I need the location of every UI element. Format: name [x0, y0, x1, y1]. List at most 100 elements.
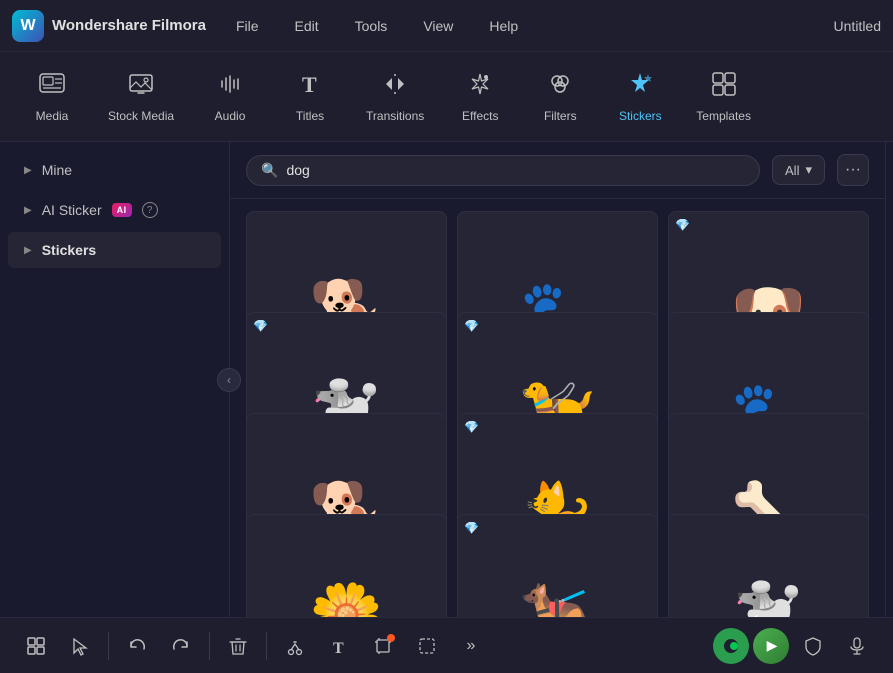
- sidebar-item-mine[interactable]: ▶ Mine: [8, 152, 221, 188]
- menu-items: File Edit Tools View Help: [230, 14, 834, 38]
- menu-tools[interactable]: Tools: [349, 14, 394, 38]
- tool-templates-label: Templates: [696, 109, 751, 123]
- redo-button[interactable]: [161, 626, 201, 666]
- tool-templates[interactable]: Templates: [684, 62, 763, 131]
- toolbar-divider-2: [209, 632, 210, 660]
- play-button[interactable]: ▶: [753, 628, 789, 664]
- mask-button[interactable]: [407, 626, 447, 666]
- menubar: W Wondershare Filmora File Edit Tools Vi…: [0, 0, 893, 52]
- tool-filters[interactable]: Filters: [524, 62, 596, 131]
- info-icon[interactable]: ?: [142, 202, 158, 218]
- window-title: Untitled: [834, 18, 881, 34]
- templates-icon: [710, 70, 738, 103]
- toolbar-divider-3: [266, 632, 267, 660]
- audio-icon: [216, 70, 244, 103]
- tool-effects-label: Effects: [462, 109, 498, 123]
- filters-icon: [546, 70, 574, 103]
- filter-button[interactable]: All ▾: [772, 155, 825, 185]
- premium-badge-4: 💎: [253, 319, 268, 333]
- sidebar-item-stickers-label: Stickers: [42, 242, 96, 258]
- tool-stock-media[interactable]: Stock Media: [96, 62, 186, 131]
- grid-view-button[interactable]: [16, 626, 56, 666]
- ai-sticker-arrow: ▶: [24, 205, 32, 216]
- more-options-button[interactable]: ···: [837, 154, 869, 186]
- crop-button-wrap: [363, 626, 403, 666]
- tool-effects[interactable]: Effects: [444, 62, 516, 131]
- tool-media[interactable]: Media: [16, 62, 88, 131]
- filter-label: All: [785, 163, 799, 178]
- shield-button[interactable]: [793, 626, 833, 666]
- sticker-image-12: 🐩: [731, 579, 806, 617]
- search-icon: 🔍: [261, 162, 278, 179]
- menu-view[interactable]: View: [417, 14, 459, 38]
- tool-titles[interactable]: T Titles: [274, 62, 346, 131]
- sticker-card-12[interactable]: 🐩 ⬇: [668, 514, 869, 617]
- app-logo: W: [12, 10, 44, 42]
- mic-button[interactable]: [837, 626, 877, 666]
- ai-badge: AI: [112, 203, 132, 217]
- premium-badge-5: 💎: [464, 319, 479, 333]
- mine-arrow: ▶: [24, 165, 32, 176]
- more-icon: ···: [845, 161, 861, 179]
- sidebar-item-ai-label: AI Sticker: [42, 202, 102, 218]
- sticker-grid: 🐕 ⬇ 🐾 ⬇ 💎 🐶 ⬇ 💎 🐩 ⬇ 💎 🦮 ⬇: [230, 199, 885, 617]
- collapse-icon: ‹: [227, 373, 231, 387]
- tool-stock-label: Stock Media: [108, 109, 174, 123]
- sticker-card-11[interactable]: 💎 🐕‍🦺 ⬇: [457, 514, 658, 617]
- tool-transitions-label: Transitions: [366, 109, 424, 123]
- premium-badge-11: 💎: [464, 521, 479, 535]
- notification-dot: [387, 634, 395, 642]
- scrollbar[interactable]: [885, 142, 893, 617]
- tool-transitions[interactable]: Transitions: [354, 62, 436, 131]
- premium-badge-3: 💎: [675, 218, 690, 232]
- tool-media-label: Media: [36, 109, 69, 123]
- bottom-toolbar: T » ▶: [0, 617, 893, 673]
- svg-text:T: T: [333, 640, 344, 656]
- cursor-button[interactable]: [60, 626, 100, 666]
- menu-file[interactable]: File: [230, 14, 265, 38]
- app-name: Wondershare Filmora: [52, 17, 206, 34]
- transitions-icon: [381, 70, 409, 103]
- sidebar: ▶ Mine ▶ AI Sticker AI ? ▶ Stickers ‹: [0, 142, 230, 617]
- sidebar-item-mine-label: Mine: [42, 162, 72, 178]
- tool-stickers-label: Stickers: [619, 109, 662, 123]
- stickers-icon: [626, 70, 654, 103]
- tool-filters-label: Filters: [544, 109, 577, 123]
- search-bar: 🔍 All ▾ ···: [230, 142, 885, 199]
- cut-button[interactable]: [275, 626, 315, 666]
- more-tools-button[interactable]: »: [451, 626, 491, 666]
- chevron-right-icon: »: [467, 637, 476, 655]
- main-toolbar: Media Stock Media Audio T Titles: [0, 52, 893, 142]
- tool-stickers[interactable]: Stickers: [604, 62, 676, 131]
- text-button[interactable]: T: [319, 626, 359, 666]
- play-icon: ▶: [767, 637, 778, 654]
- stock-media-icon: [127, 70, 155, 103]
- sidebar-item-ai-sticker[interactable]: ▶ AI Sticker AI ?: [8, 192, 221, 228]
- undo-button[interactable]: [117, 626, 157, 666]
- chevron-down-icon: ▾: [805, 162, 812, 178]
- effects-icon: [466, 70, 494, 103]
- menu-help[interactable]: Help: [483, 14, 524, 38]
- tool-titles-label: Titles: [296, 109, 324, 123]
- search-input-wrap: 🔍: [246, 155, 760, 186]
- search-input[interactable]: [286, 162, 745, 178]
- sticker-image-11: 🐕‍🦺: [520, 579, 595, 617]
- premium-badge-8: 💎: [464, 420, 479, 434]
- sticker-card-10[interactable]: 🌼 ⬇: [246, 514, 447, 617]
- svg-text:T: T: [302, 72, 317, 97]
- menu-edit[interactable]: Edit: [289, 14, 325, 38]
- tool-audio-label: Audio: [215, 109, 246, 123]
- titles-icon: T: [296, 70, 324, 103]
- sidebar-collapse-button[interactable]: ‹: [217, 368, 241, 392]
- toolbar-divider-1: [108, 632, 109, 660]
- toggle-button[interactable]: [713, 628, 749, 664]
- content-area: 🔍 All ▾ ··· 🐕 ⬇ 🐾 ⬇ 💎: [230, 142, 885, 617]
- sticker-image-10: 🌼: [309, 579, 384, 617]
- crop-button[interactable]: [363, 626, 403, 666]
- delete-button[interactable]: [218, 626, 258, 666]
- tool-audio[interactable]: Audio: [194, 62, 266, 131]
- logo-area: W Wondershare Filmora: [12, 10, 206, 42]
- stickers-arrow: ▶: [24, 245, 32, 256]
- main-content: ▶ Mine ▶ AI Sticker AI ? ▶ Stickers ‹ 🔍 …: [0, 142, 893, 617]
- sidebar-item-stickers[interactable]: ▶ Stickers: [8, 232, 221, 268]
